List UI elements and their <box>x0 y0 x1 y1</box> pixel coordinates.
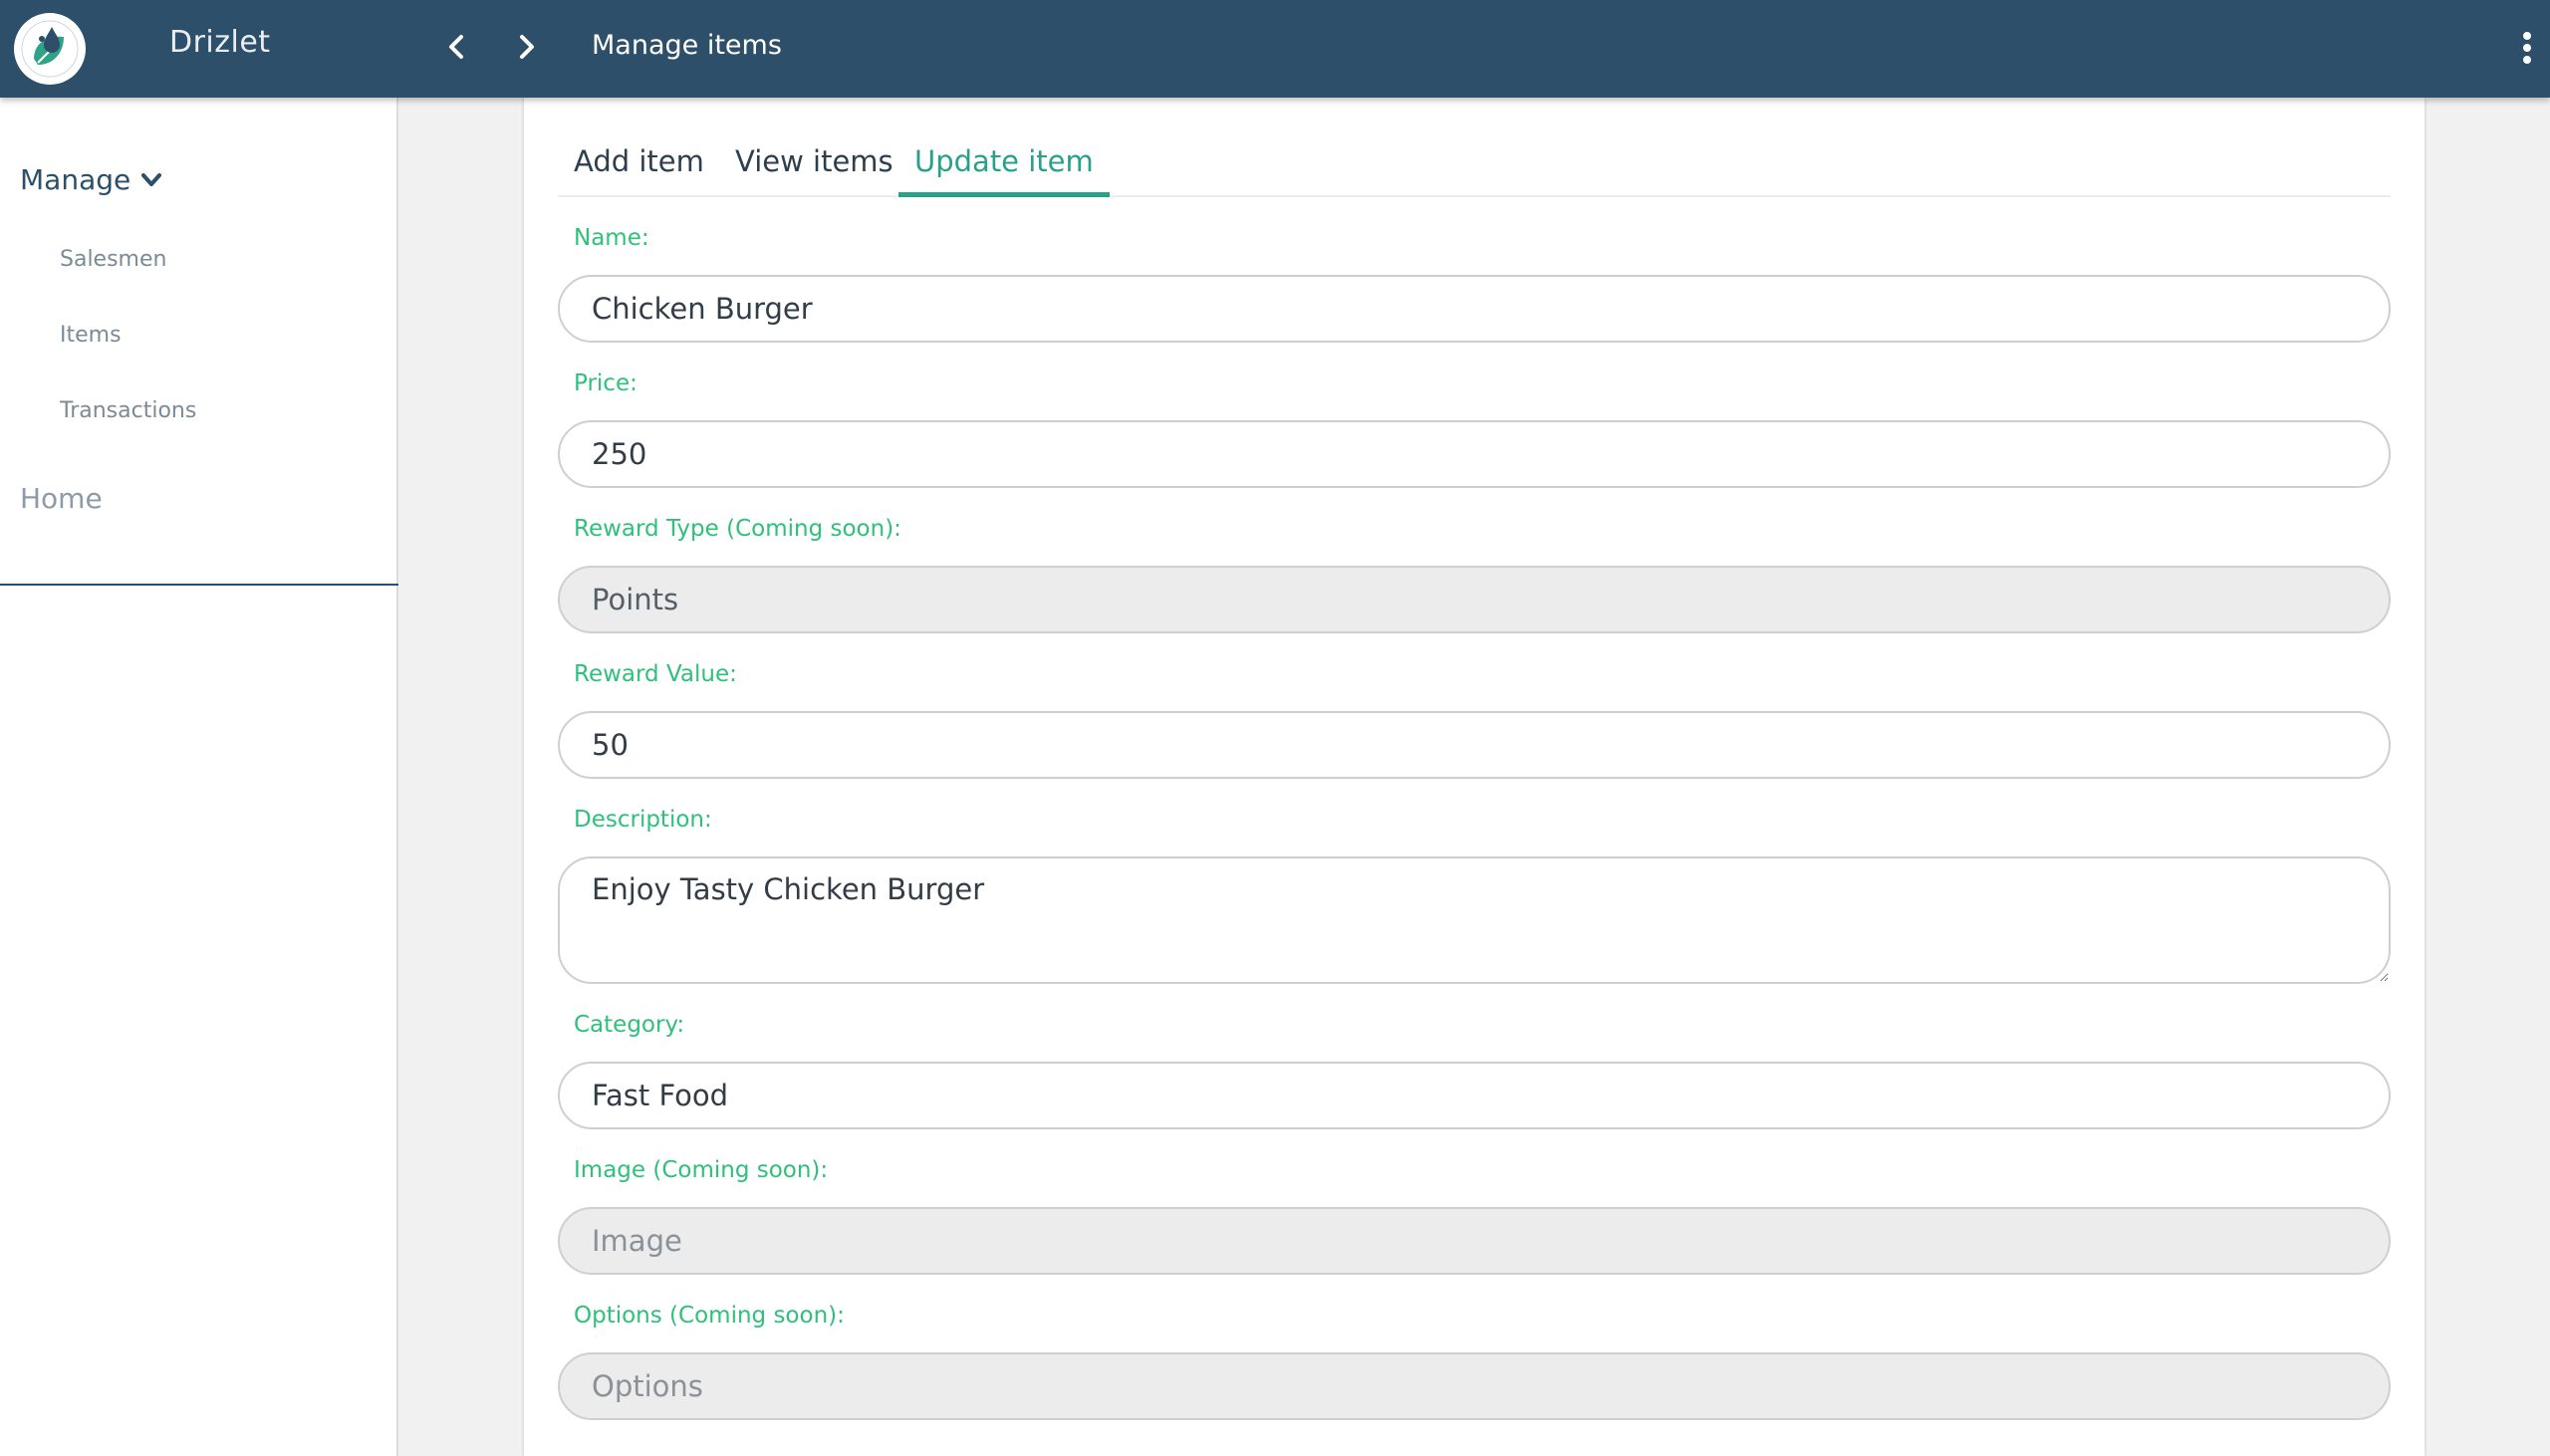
sidebar-manage-label: Manage <box>20 163 131 196</box>
sidebar-divider <box>0 584 398 586</box>
page-title: Manage items <box>592 30 782 61</box>
reward-type-label: Reward Type (Coming soon): <box>574 516 901 542</box>
chevron-left-icon <box>449 35 463 59</box>
reward-type-input <box>558 566 2391 633</box>
more-options-button[interactable] <box>2512 25 2542 71</box>
reward-value-input[interactable] <box>558 711 2391 779</box>
top-app-bar: Drizlet Manage items <box>0 0 2550 98</box>
tab-add-item[interactable]: Add item <box>558 141 720 197</box>
chevron-down-icon <box>141 172 162 186</box>
leaf-drop-logo-icon <box>21 20 79 78</box>
options-label: Options (Coming soon): <box>574 1303 845 1329</box>
sidebar-item-home[interactable]: Home <box>20 482 103 515</box>
forward-button[interactable] <box>507 27 547 67</box>
name-label: Name: <box>574 225 649 251</box>
description-textarea[interactable]: Enjoy Tasty Chicken Burger <box>558 856 2391 984</box>
app-title: Drizlet <box>169 25 271 60</box>
sidebar-item-salesmen[interactable]: Salesmen <box>60 247 166 272</box>
description-label: Description: <box>574 807 712 833</box>
chevron-right-icon <box>520 35 534 59</box>
sidebar-item-items[interactable]: Items <box>60 323 122 348</box>
sidebar-manage-toggle[interactable]: Manage <box>20 163 162 196</box>
price-input[interactable] <box>558 420 2391 488</box>
drizlet-logo[interactable] <box>14 13 86 85</box>
back-button[interactable] <box>436 27 476 67</box>
tab-view-items[interactable]: View items <box>719 141 909 197</box>
category-input[interactable] <box>558 1062 2391 1129</box>
options-input <box>558 1352 2391 1420</box>
category-label: Category: <box>574 1012 685 1038</box>
tab-update-item[interactable]: Update item <box>898 141 1110 197</box>
name-input[interactable] <box>558 275 2391 343</box>
reward-value-label: Reward Value: <box>574 661 737 687</box>
price-label: Price: <box>574 370 638 396</box>
sidebar: Manage Salesmen Items Transactions Home <box>0 98 398 1456</box>
sidebar-item-transactions[interactable]: Transactions <box>60 398 196 423</box>
image-label: Image (Coming soon): <box>574 1157 829 1183</box>
manage-items-card: Add item View items Update item Name: Pr… <box>524 98 2424 1456</box>
more-vertical-icon <box>2523 32 2531 64</box>
tab-bar: Add item View items Update item <box>558 141 2391 197</box>
image-input <box>558 1207 2391 1275</box>
